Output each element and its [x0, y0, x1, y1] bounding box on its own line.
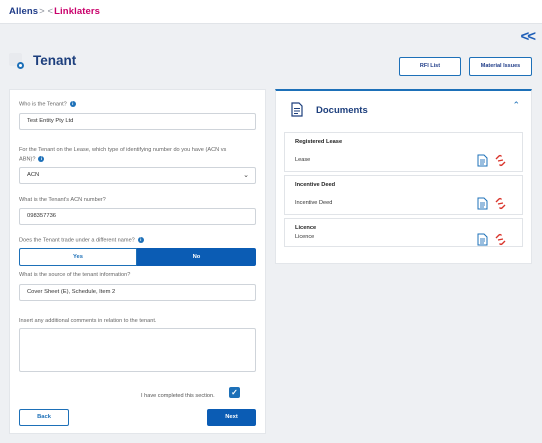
- identifier-type-select[interactable]: ACN ⌄: [19, 167, 256, 184]
- comments-textarea[interactable]: [19, 328, 256, 372]
- back-button[interactable]: Back: [19, 409, 69, 426]
- unlink-icon[interactable]: [494, 197, 507, 210]
- brand-linklaters: Linklaters: [54, 6, 101, 17]
- source-input[interactable]: Cover Sheet (E), Schedule, Item 2: [19, 284, 256, 301]
- document-item-incentive-deed[interactable]: Incentive Deed Incentive Deed: [284, 175, 523, 215]
- material-issues-button[interactable]: Material Issues: [469, 57, 532, 76]
- identifier-label-line2: ABN)?: [19, 156, 36, 163]
- info-icon[interactable]: i: [69, 101, 76, 107]
- source-label: What is the source of the tenant informa…: [19, 272, 131, 278]
- top-bar: Allens> <Linklaters: [0, 0, 542, 24]
- unlink-icon[interactable]: [494, 154, 507, 167]
- document-name: Licence: [295, 225, 317, 231]
- document-icon: [291, 102, 303, 117]
- checkbox-checked-icon[interactable]: ✓: [229, 387, 240, 398]
- rfi-list-button[interactable]: RFI List: [399, 57, 461, 76]
- document-item-registered-lease[interactable]: Registered Lease Lease: [284, 132, 523, 172]
- trade-name-yes-button[interactable]: Yes: [19, 248, 137, 266]
- acn-label: What is the Tenant's ACN number?: [19, 197, 106, 203]
- who-label: Who is the Tenant? i: [19, 101, 76, 107]
- brand-logo[interactable]: Allens> <Linklaters: [9, 6, 100, 17]
- collapse-icon[interactable]: <<: [520, 29, 535, 44]
- identifier-type-value: ACN: [27, 172, 40, 178]
- document-item-licence[interactable]: Licence Licence: [284, 218, 523, 247]
- trade-name-label: Does the Tenant trade under a different …: [19, 237, 144, 243]
- acn-input[interactable]: 098357736: [19, 208, 256, 225]
- documents-title: Documents: [316, 105, 368, 116]
- document-icon[interactable]: [477, 233, 488, 246]
- identifier-label: ABN)? i: [19, 156, 45, 163]
- caret-up-icon[interactable]: ⌃: [512, 100, 520, 111]
- document-subtitle: Licence: [295, 234, 315, 240]
- who-label-text: Who is the Tenant?: [19, 101, 67, 108]
- document-icon[interactable]: [477, 154, 488, 167]
- completed-label: I have completed this section.: [141, 393, 215, 399]
- info-icon[interactable]: i: [38, 156, 45, 162]
- documents-card: Documents ⌃ Registered Lease Lease Incen…: [275, 89, 532, 264]
- identifier-label-line1: For the Tenant on the Lease, which type …: [19, 147, 227, 153]
- page-title: Tenant: [33, 53, 77, 68]
- document-name: Incentive Deed: [295, 182, 336, 188]
- brand-allens: Allens: [9, 6, 39, 17]
- tenant-icon-badge: [17, 62, 24, 69]
- document-icon[interactable]: [477, 197, 488, 210]
- trade-name-label-text: Does the Tenant trade under a different …: [19, 237, 135, 244]
- unlink-icon[interactable]: [494, 233, 507, 246]
- tenant-form-card: Who is the Tenant? i Test Entity Pty Ltd …: [9, 89, 266, 434]
- document-subtitle: Lease: [295, 157, 311, 163]
- next-button[interactable]: Next: [207, 409, 256, 426]
- document-name: Registered Lease: [295, 139, 343, 145]
- brand-separator: > <: [39, 6, 54, 17]
- info-icon[interactable]: i: [137, 237, 144, 243]
- comments-label: Insert any additional comments in relati…: [19, 318, 157, 324]
- document-subtitle: Incentive Deed: [295, 200, 333, 206]
- tenant-name-input[interactable]: Test Entity Pty Ltd: [19, 113, 256, 130]
- chevron-down-icon: ⌄: [243, 172, 249, 179]
- trade-name-no-button[interactable]: No: [137, 248, 256, 266]
